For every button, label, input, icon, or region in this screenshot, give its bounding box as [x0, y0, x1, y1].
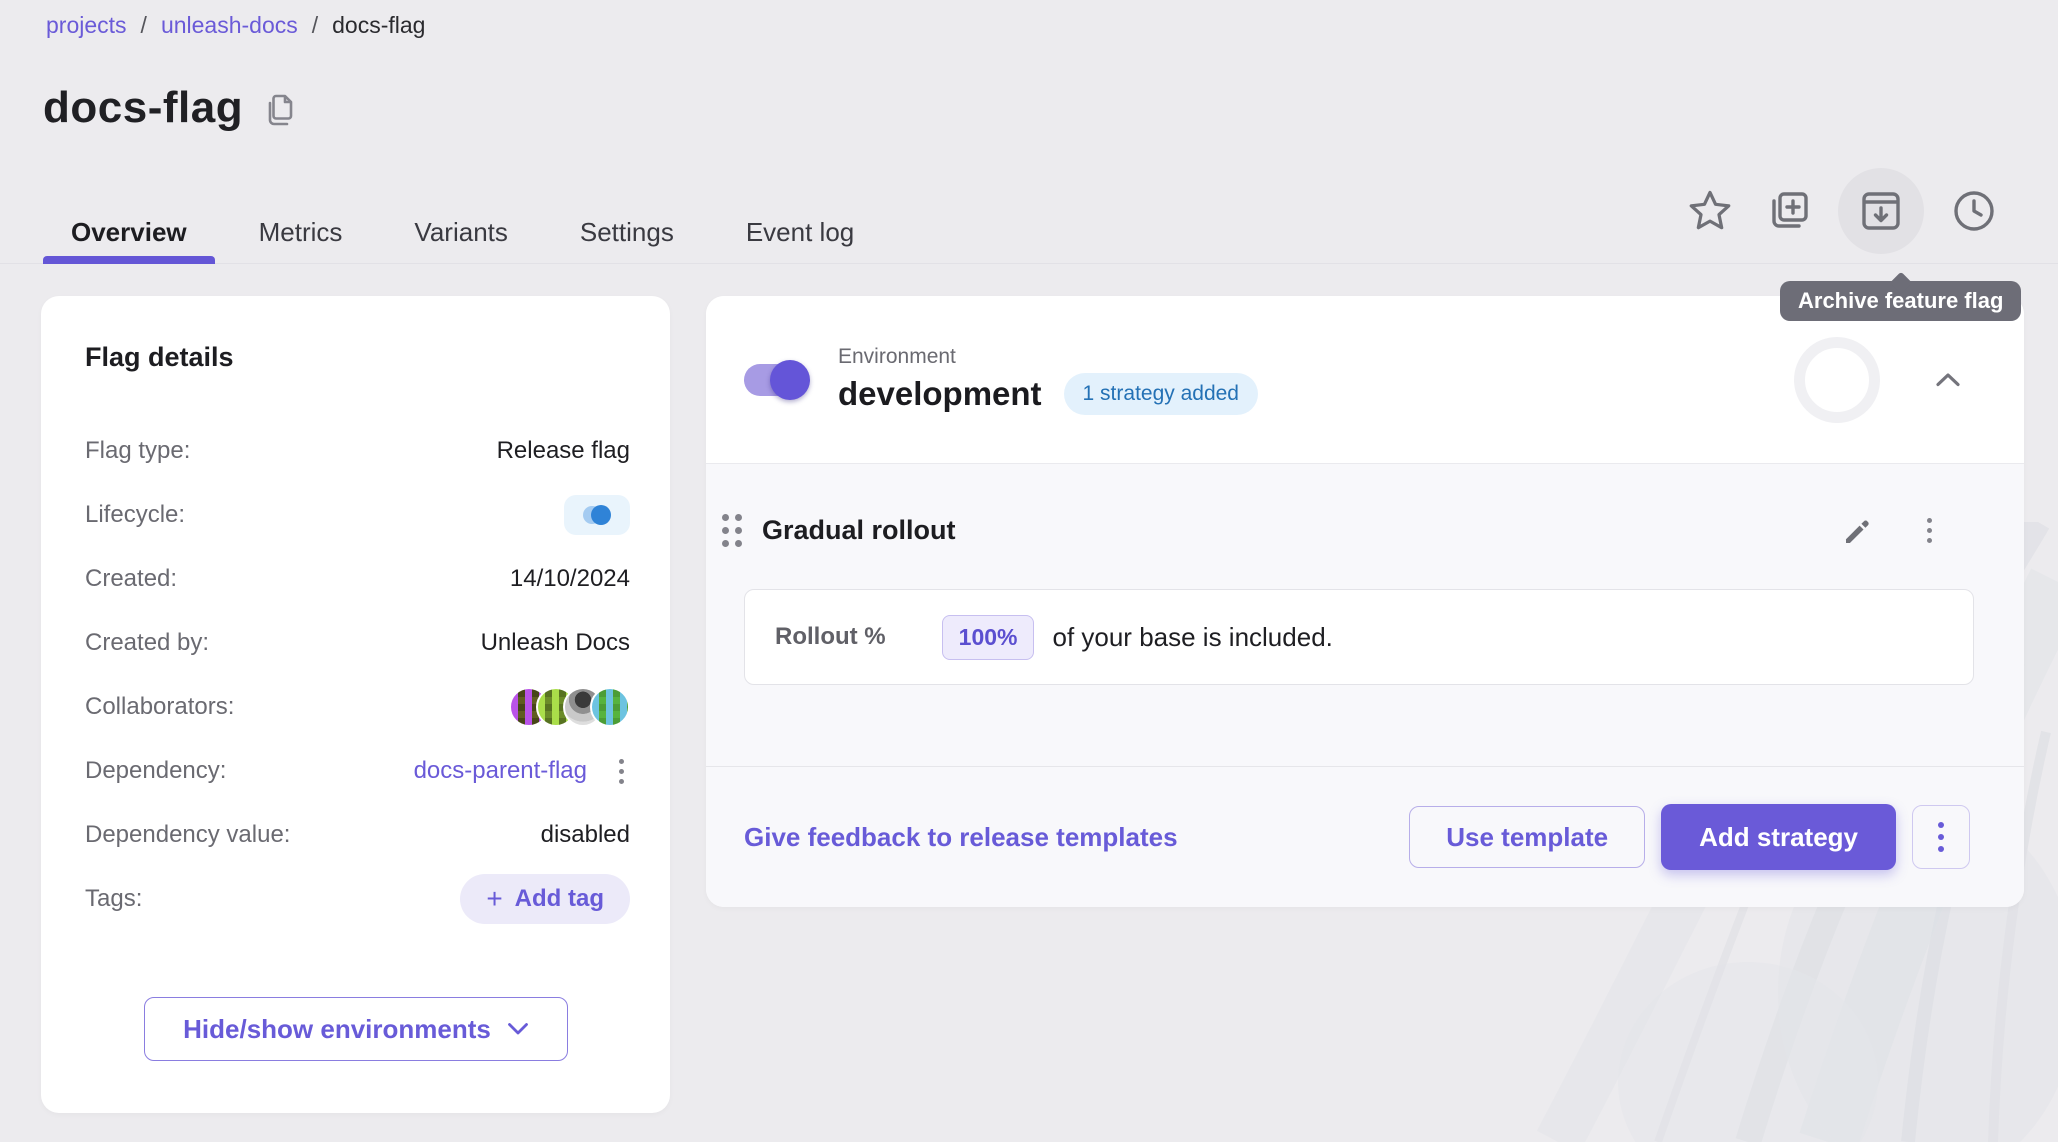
strategy-section: Gradual rollout Rollout % 100% o [706, 463, 2024, 766]
kebab-menu-icon [1927, 518, 1932, 523]
history-clock-icon [1951, 188, 1997, 234]
use-template-button[interactable]: Use template [1409, 806, 1645, 868]
dependency-flag-link[interactable]: docs-parent-flag [414, 757, 587, 785]
dependency-value-row: Dependency value: disabled [85, 803, 630, 867]
tab-variants[interactable]: Variants [386, 190, 535, 264]
tab-settings[interactable]: Settings [552, 190, 702, 264]
environment-toggle[interactable] [744, 364, 808, 396]
tab-bar: Overview Metrics Variants Settings Event… [43, 190, 882, 264]
flag-type-value: Release flag [497, 437, 630, 465]
environment-header: Environment development 1 strategy added [706, 296, 2024, 463]
created-by-value: Unleash Docs [481, 629, 630, 657]
tab-event-log[interactable]: Event log [718, 190, 882, 264]
breadcrumb-project-link[interactable]: unleash-docs [161, 12, 298, 39]
rollout-summary: Rollout % 100% of your base is included. [744, 589, 1974, 685]
kebab-menu-icon [1938, 822, 1944, 852]
chevron-up-icon [1934, 371, 1962, 389]
breadcrumb-separator: / [141, 12, 147, 39]
breadcrumb-separator: / [312, 12, 318, 39]
strategy-header: Gradual rollout [716, 508, 1938, 553]
environment-card: Environment development 1 strategy added [706, 296, 2024, 907]
plus-icon: + [486, 885, 502, 913]
kebab-menu-icon [619, 759, 624, 764]
release-templates-feedback-link[interactable]: Give feedback to release templates [744, 822, 1178, 853]
dependency-menu-button[interactable] [613, 753, 630, 790]
lifecycle-row: Lifecycle: [85, 483, 630, 547]
star-icon [1687, 189, 1733, 233]
created-label: Created: [85, 565, 177, 593]
strategy-menu-button[interactable] [1921, 512, 1938, 549]
breadcrumb-current: docs-flag [332, 12, 425, 39]
rollout-description: of your base is included. [1052, 622, 1332, 653]
tags-label: Tags: [85, 885, 142, 913]
strategy-title: Gradual rollout [762, 515, 956, 546]
hide-show-environments-label: Hide/show environments [183, 1014, 491, 1045]
created-by-label: Created by: [85, 629, 209, 657]
add-tag-button[interactable]: + Add tag [460, 874, 630, 924]
lifecycle-stage-icon [578, 502, 616, 528]
created-value: 14/10/2024 [510, 565, 630, 593]
environment-name: development [838, 375, 1042, 413]
copy-icon [263, 92, 297, 130]
archive-tooltip: Archive feature flag [1780, 281, 2021, 321]
hide-show-environments-button[interactable]: Hide/show environments [144, 997, 568, 1061]
environment-more-button[interactable] [1912, 805, 1970, 869]
drag-handle-icon [722, 514, 729, 521]
favorite-button[interactable] [1682, 183, 1738, 239]
created-row: Created: 14/10/2024 [85, 547, 630, 611]
chevron-down-icon [507, 1022, 529, 1036]
dependency-value-value: disabled [541, 821, 630, 849]
breadcrumb-projects-link[interactable]: projects [46, 12, 127, 39]
edit-strategy-button[interactable] [1837, 511, 1877, 551]
breadcrumb: projects / unleash-docs / docs-flag [46, 12, 425, 39]
dependency-value-label: Dependency value: [85, 821, 290, 849]
collapse-environment-button[interactable] [1928, 365, 1968, 395]
collaborators-label: Collaborators: [85, 693, 234, 721]
collaborator-avatars [509, 687, 630, 727]
copy-flag-icon [1765, 188, 1811, 234]
page-title: docs-flag [43, 83, 243, 133]
flag-type-label: Flag type: [85, 437, 190, 465]
copy-flag-name-button[interactable] [263, 92, 297, 130]
flag-details-panel: Flag details Flag type: Release flag Lif… [41, 296, 670, 1113]
collaborators-row: Collaborators: [85, 675, 630, 739]
usage-ring [1794, 337, 1880, 423]
archive-feature-flag-button[interactable] [1838, 168, 1924, 254]
drag-handle[interactable] [716, 508, 748, 553]
collaborator-avatar[interactable] [590, 687, 630, 727]
tab-metrics[interactable]: Metrics [231, 190, 371, 264]
rollout-label: Rollout % [775, 623, 886, 651]
toggle-knob [770, 360, 810, 400]
add-tag-label: Add tag [515, 885, 604, 913]
lifecycle-stage-chip[interactable] [564, 495, 630, 535]
lifecycle-label: Lifecycle: [85, 501, 185, 529]
event-history-button[interactable] [1946, 183, 2002, 239]
rollout-percentage-badge: 100% [942, 615, 1035, 660]
strategy-count-badge: 1 strategy added [1064, 373, 1258, 415]
add-strategy-button[interactable]: Add strategy [1661, 804, 1896, 870]
flag-type-row: Flag type: Release flag [85, 419, 630, 483]
environment-footer: Give feedback to release templates Use t… [706, 766, 2024, 907]
flag-toolbar [1682, 168, 2002, 254]
environment-label: Environment [838, 345, 1258, 369]
copy-feature-flag-button[interactable] [1760, 183, 1816, 239]
flag-details-heading: Flag details [41, 296, 670, 373]
dependency-row: Dependency: docs-parent-flag [85, 739, 630, 803]
archive-icon [1858, 190, 1904, 232]
pencil-icon [1841, 515, 1873, 547]
tags-row: Tags: + Add tag [85, 867, 630, 931]
tab-overview[interactable]: Overview [43, 190, 215, 264]
created-by-row: Created by: Unleash Docs [85, 611, 630, 675]
dependency-label: Dependency: [85, 757, 226, 785]
